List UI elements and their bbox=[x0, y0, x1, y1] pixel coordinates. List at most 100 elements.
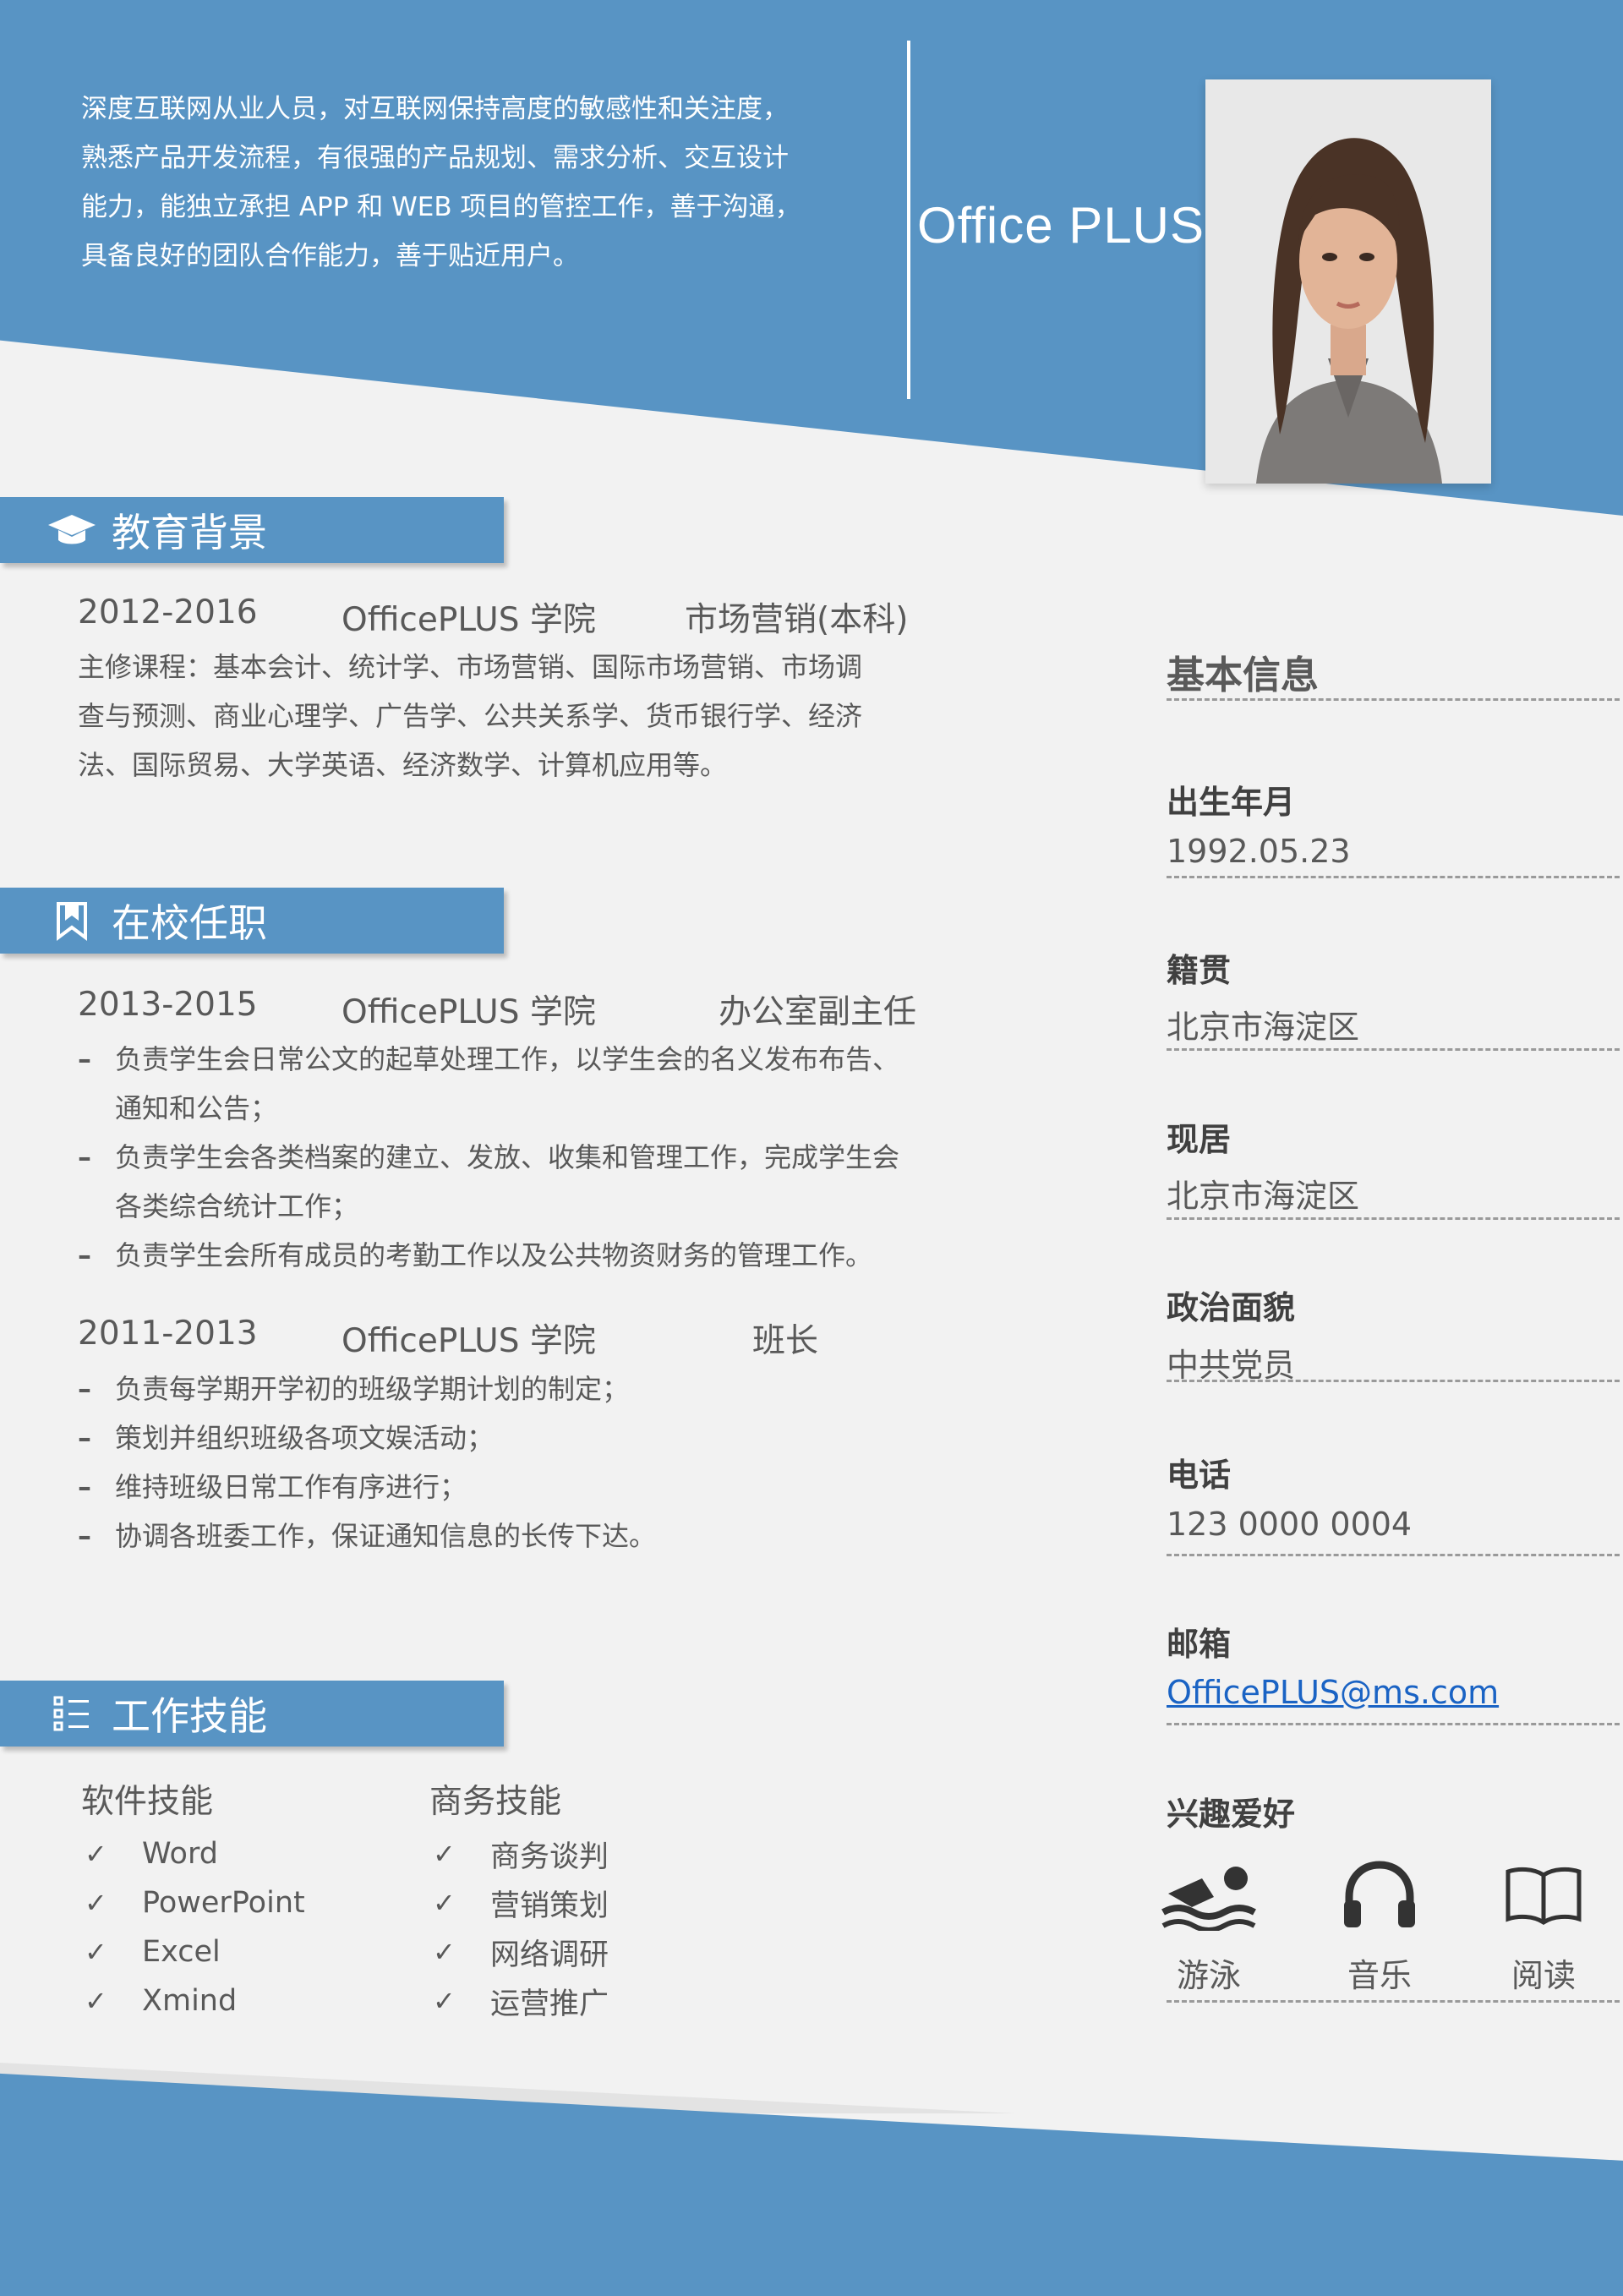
campus-role: 班长 bbox=[752, 1322, 819, 1360]
campus-org: OfficePLUS 学院 bbox=[342, 993, 596, 1031]
politics-value: 中共党员 bbox=[1167, 1347, 1296, 1384]
hobby-music: 音乐 bbox=[1320, 1860, 1439, 1996]
intro-line: 熟悉产品开发流程，有很强的产品规划、需求分析、交互设计 bbox=[81, 143, 789, 173]
list-item: 负责每学期开学初的班级学期计划的制定； bbox=[78, 1364, 920, 1413]
check-icon: ✓ bbox=[433, 1887, 456, 1919]
education-major: 市场营销(本科) bbox=[685, 601, 909, 639]
campus-role: 办公室副主任 bbox=[719, 993, 917, 1031]
intro-line: 具备良好的团队合作能力，善于贴近用户。 bbox=[81, 241, 579, 271]
section-title: 工作技能 bbox=[112, 1693, 267, 1739]
hobby-label: 游泳 bbox=[1176, 1957, 1241, 1994]
email-label: 邮箱 bbox=[1167, 1626, 1232, 1663]
education-period: 2012-2016 bbox=[78, 593, 258, 631]
email-link[interactable]: OfficePLUS@ms.com bbox=[1167, 1674, 1499, 1711]
list-item: 负责学生会各类档案的建立、发放、收集和管理工作，完成学生会各类综合统计工作； bbox=[78, 1133, 920, 1231]
list-item: 负责学生会日常公文的起草处理工作，以学生会的名义发布布告、通知和公告； bbox=[78, 1035, 920, 1133]
headphones-icon bbox=[1344, 1861, 1415, 1927]
check-icon: ✓ bbox=[85, 1887, 107, 1919]
origin-label: 籍贯 bbox=[1167, 952, 1232, 989]
check-icon: ✓ bbox=[433, 1838, 456, 1870]
politics-label: 政治面貌 bbox=[1167, 1289, 1296, 1326]
skill-item: ✓ Xmind bbox=[81, 1976, 305, 2025]
campus-duties: 负责学生会日常公文的起草处理工作，以学生会的名义发布布告、通知和公告； 负责学生… bbox=[78, 1035, 920, 1280]
hobby-label: 阅读 bbox=[1511, 1957, 1576, 1994]
divider bbox=[1167, 1048, 1620, 1051]
bookmark-icon bbox=[44, 900, 100, 941]
list-item: 维持班级日常工作有序进行； bbox=[78, 1462, 920, 1512]
residence-value: 北京市海淀区 bbox=[1167, 1178, 1360, 1215]
course-line: 主修课程：基本会计、统计学、市场营销、国际市场营销、市场调 bbox=[78, 651, 863, 683]
birth-value: 1992.05.23 bbox=[1167, 833, 1351, 870]
list-icon bbox=[44, 1694, 100, 1733]
check-icon: ✓ bbox=[85, 1936, 107, 1968]
self-introduction: 深度互联网从业人员，对互联网保持高度的敏感性和关注度， 熟悉产品开发流程，有很强… bbox=[81, 85, 876, 281]
skill-item: ✓ 营销策划 bbox=[429, 1878, 609, 1927]
check-icon: ✓ bbox=[85, 1985, 107, 2017]
skill-item: ✓ Word bbox=[81, 1829, 305, 1878]
divider bbox=[1167, 1554, 1620, 1556]
divider bbox=[1167, 1217, 1620, 1220]
section-header-campus: 在校任职 bbox=[0, 888, 504, 954]
campus-period: 2013-2015 bbox=[78, 986, 258, 1024]
divider bbox=[1167, 2000, 1620, 2003]
section-header-education: 教育背景 bbox=[0, 497, 504, 563]
origin-value: 北京市海淀区 bbox=[1167, 1009, 1360, 1046]
profile-photo bbox=[1205, 79, 1491, 484]
graduation-cap-icon bbox=[44, 511, 100, 549]
swimming-icon bbox=[1161, 1867, 1256, 1932]
section-header-skills: 工作技能 bbox=[0, 1681, 504, 1747]
business-skills-title: 商务技能 bbox=[429, 1783, 562, 1821]
residence-label: 现居 bbox=[1167, 1121, 1232, 1158]
skill-item: ✓ 商务谈判 bbox=[429, 1829, 609, 1878]
resume-name: Office PLUS bbox=[917, 197, 1205, 254]
skill-item: ✓ PowerPoint bbox=[81, 1878, 305, 1927]
skill-label: Excel bbox=[142, 1935, 221, 1969]
skill-label: 运营推广 bbox=[490, 1987, 609, 2021]
skill-label: 网络调研 bbox=[490, 1938, 609, 1972]
education-school: OfficePLUS 学院 bbox=[342, 601, 596, 639]
campus-duties: 负责每学期开学初的班级学期计划的制定； 策划并组织班级各项文娱活动； 维持班级日… bbox=[78, 1364, 920, 1561]
hobby-label: 音乐 bbox=[1347, 1957, 1412, 1994]
phone-value: 123 0000 0004 bbox=[1167, 1506, 1413, 1543]
birth-label: 出生年月 bbox=[1167, 784, 1296, 821]
divider bbox=[1167, 1380, 1620, 1382]
skill-label: Xmind bbox=[142, 1984, 238, 2018]
divider bbox=[1167, 698, 1620, 701]
check-icon: ✓ bbox=[85, 1838, 107, 1870]
skill-label: 营销策划 bbox=[490, 1889, 609, 1923]
check-icon: ✓ bbox=[433, 1985, 456, 2017]
education-courses: 主修课程：基本会计、统计学、市场营销、国际市场营销、市场调 查与预测、商业心理学… bbox=[78, 642, 920, 790]
portrait-icon bbox=[1205, 79, 1491, 484]
skill-label: PowerPoint bbox=[142, 1886, 305, 1920]
list-item: 策划并组织班级各项文娱活动； bbox=[78, 1413, 920, 1462]
section-title: 在校任职 bbox=[112, 900, 267, 946]
business-skills: 商务技能 ✓ 商务谈判 ✓ 营销策划 ✓ 网络调研 ✓ 运营推广 bbox=[429, 1775, 609, 2025]
book-icon bbox=[1506, 1867, 1582, 1926]
hobby-reading: 阅读 bbox=[1484, 1860, 1603, 1996]
hobbies-label: 兴趣爱好 bbox=[1167, 1796, 1296, 1833]
footer-banner bbox=[0, 2073, 1623, 2296]
intro-line: 深度互联网从业人员，对互联网保持高度的敏感性和关注度， bbox=[81, 94, 789, 124]
list-item: 协调各班委工作，保证通知信息的长传下达。 bbox=[78, 1512, 920, 1561]
list-item: 负责学生会所有成员的考勤工作以及公共物资财务的管理工作。 bbox=[78, 1231, 920, 1280]
section-title: 教育背景 bbox=[112, 510, 267, 555]
basic-info-title: 基本信息 bbox=[1167, 653, 1320, 697]
software-skills-title: 软件技能 bbox=[81, 1783, 214, 1821]
header-divider bbox=[907, 41, 910, 399]
skill-item: ✓ Excel bbox=[81, 1927, 305, 1976]
phone-label: 电话 bbox=[1167, 1457, 1232, 1494]
divider bbox=[1167, 1723, 1620, 1725]
course-line: 查与预测、商业心理学、广告学、公共关系学、货币银行学、经济 bbox=[78, 700, 863, 732]
campus-org: OfficePLUS 学院 bbox=[342, 1322, 596, 1360]
intro-line: 能力，能独立承担 APP 和 WEB 项目的管控工作，善于沟通， bbox=[81, 192, 801, 222]
check-icon: ✓ bbox=[433, 1936, 456, 1968]
skill-label: Word bbox=[142, 1837, 218, 1871]
software-skills: 软件技能 ✓ Word ✓ PowerPoint ✓ Excel ✓ Xmind bbox=[81, 1775, 305, 2025]
skill-label: 商务谈判 bbox=[490, 1840, 609, 1874]
hobby-swimming: 游泳 bbox=[1150, 1860, 1268, 1996]
campus-period: 2011-2013 bbox=[78, 1315, 258, 1353]
skill-item: ✓ 网络调研 bbox=[429, 1927, 609, 1976]
divider bbox=[1167, 876, 1620, 878]
skill-item: ✓ 运营推广 bbox=[429, 1976, 609, 2025]
course-line: 法、国际贸易、大学英语、经济数学、计算机应用等。 bbox=[78, 749, 728, 781]
